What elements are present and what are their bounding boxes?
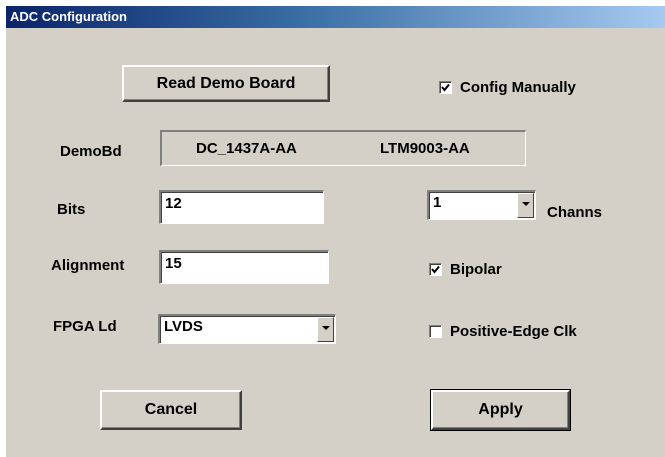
fpga-ld-selected-value: LVDS [164, 318, 203, 335]
channs-label: Channs [547, 204, 603, 221]
channs-select[interactable]: 1 [427, 190, 536, 220]
fpga-ld-label: FPGA Ld [53, 318, 117, 335]
read-demo-board-button[interactable]: Read Demo Board [122, 65, 330, 102]
bipolar-check-icon [429, 263, 442, 276]
apply-button[interactable]: Apply [430, 389, 571, 431]
demobd-display: DC_1437A-AA LTM9003-AA [160, 130, 526, 166]
positive-edge-clk-label: Positive-Edge Clk [450, 323, 577, 340]
positive-edge-clk-check-icon [429, 325, 442, 338]
bits-input[interactable]: 12 [159, 190, 324, 224]
config-manually-checkbox[interactable]: Config Manually [439, 79, 576, 96]
config-manually-label: Config Manually [460, 79, 576, 96]
chevron-down-icon[interactable] [517, 193, 534, 218]
bipolar-label: Bipolar [450, 261, 502, 278]
bits-label: Bits [57, 201, 86, 218]
title-bar[interactable]: ADC Configuration [6, 6, 665, 28]
alignment-input[interactable]: 15 [159, 250, 329, 284]
alignment-label: Alignment [51, 257, 125, 274]
chevron-down-icon[interactable] [317, 317, 334, 342]
cancel-button[interactable]: Cancel [100, 390, 242, 430]
fpga-ld-select[interactable]: LVDS [158, 314, 336, 344]
adc-configuration-dialog: ADC Configuration Read Demo Board Config… [5, 5, 665, 457]
demobd-part-value: LTM9003-AA [380, 140, 470, 157]
bipolar-checkbox[interactable]: Bipolar [429, 261, 502, 278]
config-manually-check-icon [439, 81, 452, 94]
channs-selected-value: 1 [433, 194, 442, 211]
window-title: ADC Configuration [10, 9, 127, 24]
demobd-board-value: DC_1437A-AA [196, 140, 297, 157]
demobd-label: DemoBd [60, 143, 122, 160]
positive-edge-clk-checkbox[interactable]: Positive-Edge Clk [429, 323, 577, 340]
